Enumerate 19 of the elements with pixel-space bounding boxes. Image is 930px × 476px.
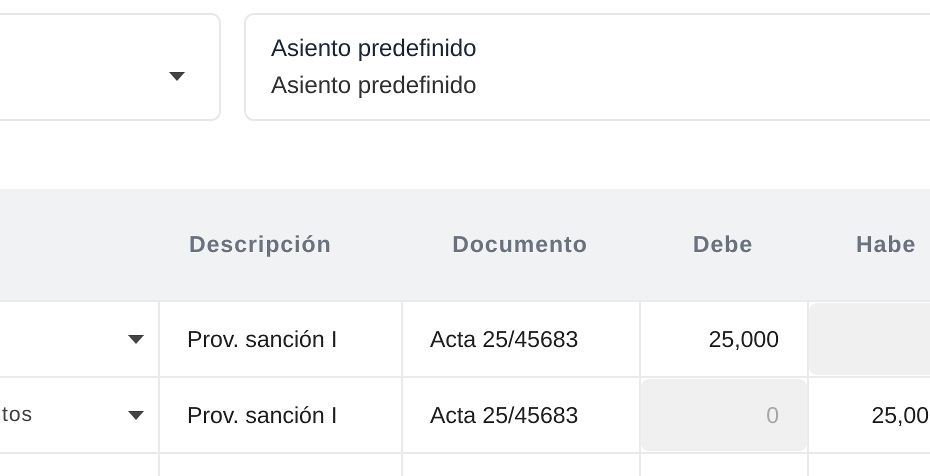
field-value: Asiento predefinido bbox=[271, 71, 478, 100]
column-header: Habe bbox=[856, 231, 916, 257]
caret-icon[interactable] bbox=[128, 410, 144, 420]
column-header: Documento bbox=[452, 231, 588, 257]
amount-field[interactable]: 25,00 bbox=[809, 379, 930, 451]
select-field[interactable] bbox=[0, 13, 221, 121]
table-cell[interactable]: Prov. sanción I bbox=[160, 302, 401, 376]
input-field[interactable]: Asiento predefinido Asiento predefinido bbox=[244, 13, 930, 121]
amount-field[interactable]: 25,000 bbox=[641, 303, 807, 375]
table-cell[interactable]: Prov. sanción I bbox=[160, 378, 401, 452]
table-cell[interactable]: Acta 25/45683 bbox=[403, 302, 639, 376]
field-label: Asiento predefinido bbox=[271, 34, 478, 63]
placeholder-text: 0 bbox=[766, 402, 779, 428]
caret-icon[interactable] bbox=[169, 72, 185, 80]
column-header: Descripción bbox=[189, 231, 332, 257]
column-header: Debe bbox=[692, 231, 754, 257]
select-cell[interactable]: tos bbox=[0, 378, 158, 452]
table-cell[interactable]: Acta 25/45683 bbox=[403, 378, 639, 452]
caret-icon[interactable] bbox=[128, 334, 144, 344]
